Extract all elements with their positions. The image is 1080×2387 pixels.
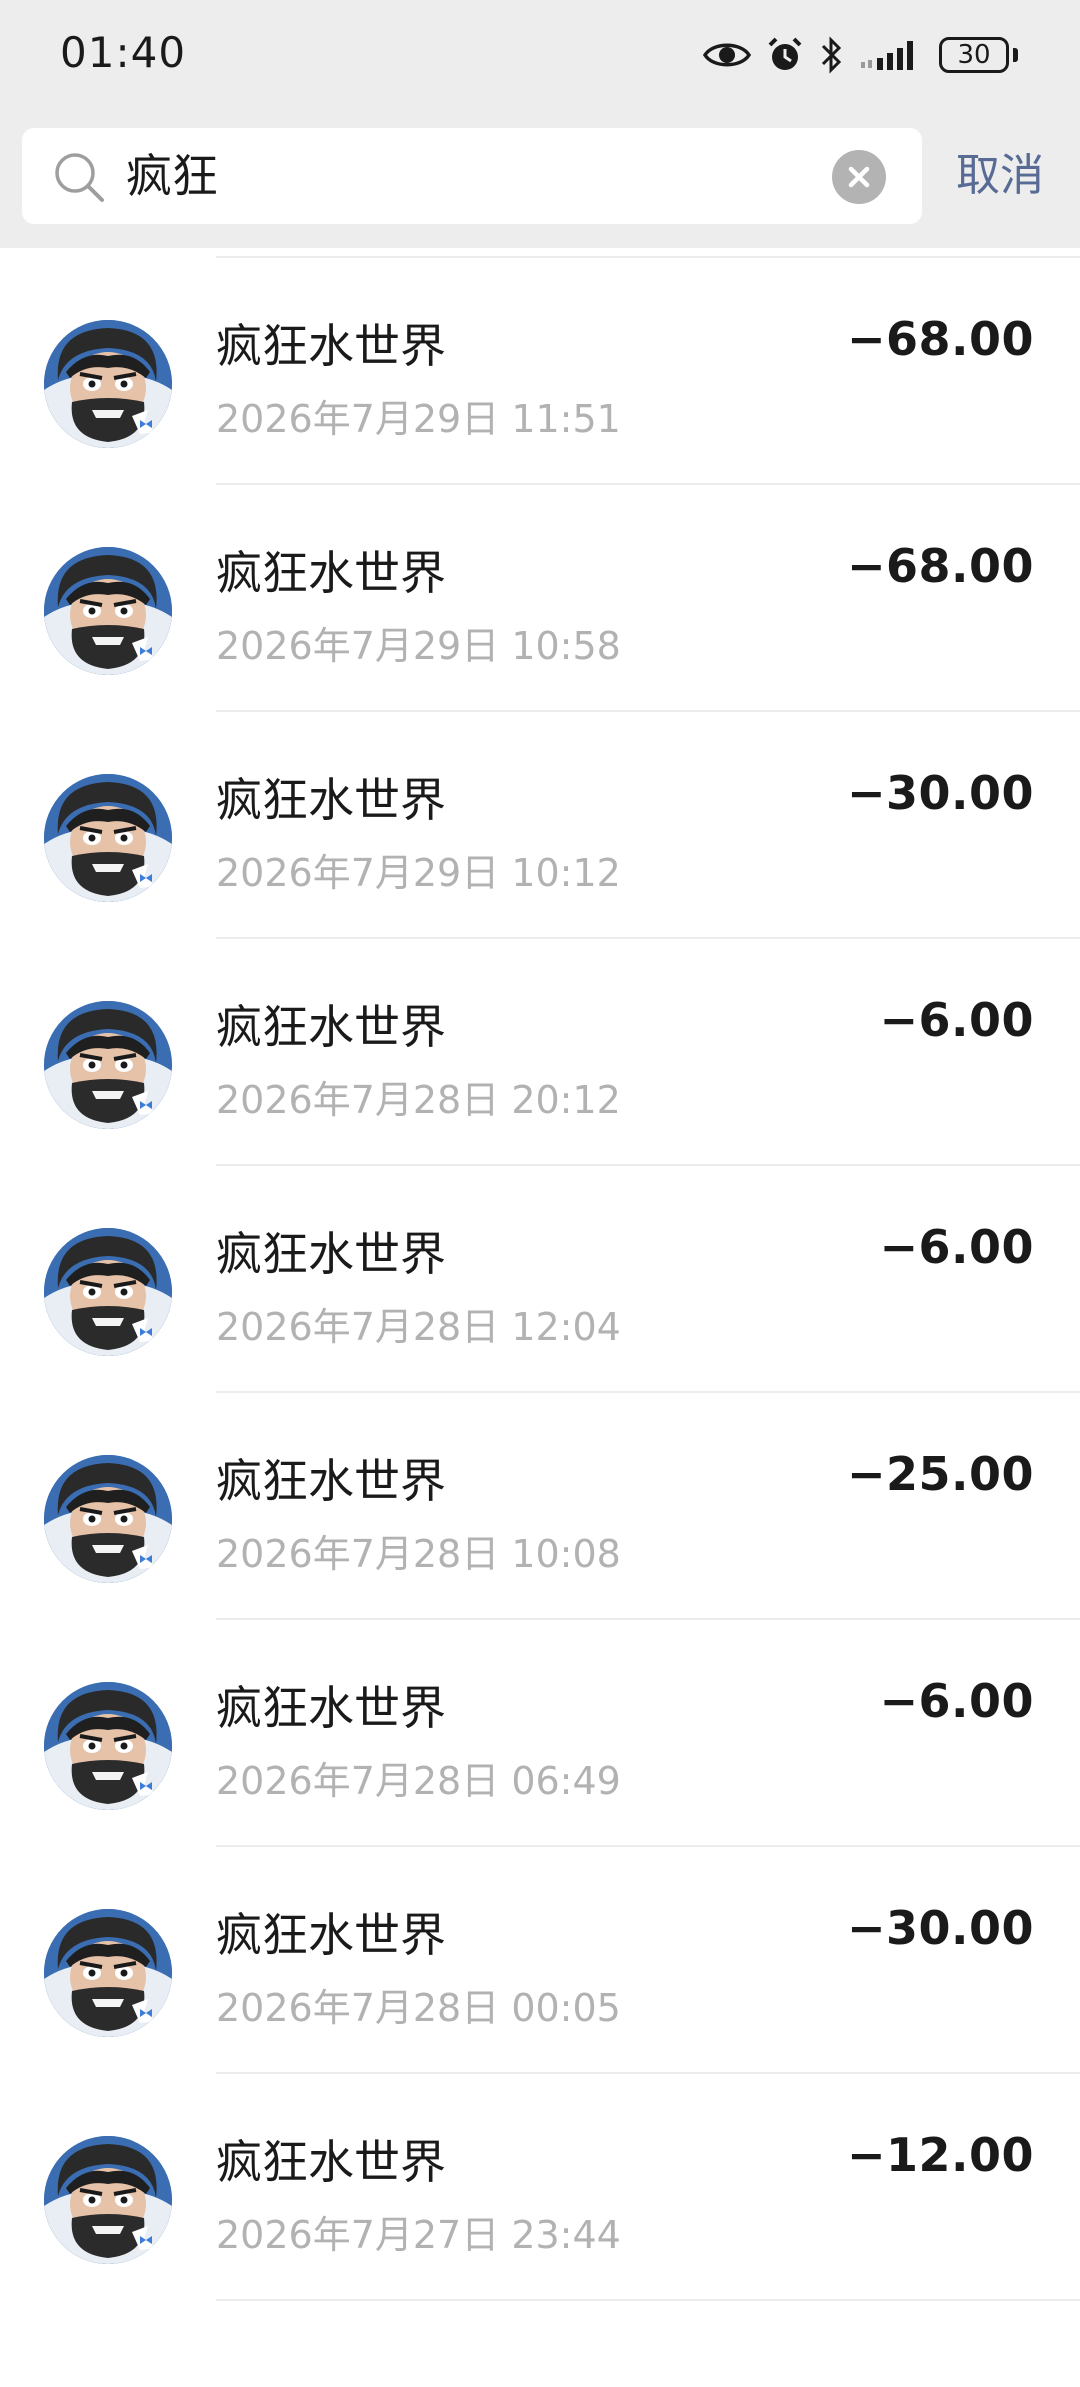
transaction-time: 2026年7月28日 20:12 — [216, 1078, 621, 1122]
avatar — [44, 1682, 172, 1810]
transaction-title: 疯狂水世界 — [216, 1908, 446, 1962]
transaction-time: 2026年7月27日 23:44 — [216, 2213, 621, 2257]
transaction-title: 疯狂水世界 — [216, 1681, 446, 1735]
transaction-row[interactable]: 疯狂水世界 2026年7月27日 23:44 −12.00 — [0, 2074, 1080, 2301]
transaction-row[interactable]: 疯狂水世界 2026年7月28日 20:12 −6.00 — [0, 939, 1080, 1166]
search-icon — [52, 150, 106, 204]
transaction-time: 2026年7月28日 12:04 — [216, 1305, 621, 1349]
bluetooth-icon — [819, 35, 845, 75]
avatar — [44, 320, 172, 448]
avatar — [44, 774, 172, 902]
status-time: 01:40 — [60, 28, 187, 77]
transaction-time: 2026年7月29日 10:12 — [216, 851, 621, 895]
transaction-amount: −68.00 — [846, 312, 1034, 366]
alarm-icon — [765, 35, 805, 75]
transaction-amount: −30.00 — [846, 1901, 1034, 1955]
transaction-row[interactable]: 疯狂水世界 2026年7月28日 06:49 −6.00 — [0, 1620, 1080, 1847]
transaction-row[interactable]: 疯狂水世界 2026年7月28日 10:08 −25.00 — [0, 1393, 1080, 1620]
transaction-title: 疯狂水世界 — [216, 319, 446, 373]
avatar — [44, 547, 172, 675]
search-header: 01:40 30 疯狂 取消 — [0, 0, 1080, 248]
clear-icon — [848, 166, 870, 188]
battery-icon: 30 — [939, 37, 1009, 73]
avatar — [44, 1001, 172, 1129]
battery-tip — [1013, 48, 1018, 62]
transaction-time: 2026年7月29日 11:51 — [216, 397, 621, 441]
transaction-amount: −68.00 — [846, 539, 1034, 593]
search-input[interactable]: 疯狂 — [126, 128, 826, 224]
transaction-amount: −6.00 — [879, 1674, 1034, 1728]
transaction-title: 疯狂水世界 — [216, 546, 446, 600]
transaction-title: 疯狂水世界 — [216, 1454, 446, 1508]
transaction-title: 疯狂水世界 — [216, 773, 446, 827]
transaction-title: 疯狂水世界 — [216, 2135, 446, 2189]
battery-level: 30 — [957, 40, 991, 70]
transaction-row[interactable]: 疯狂水世界 2026年7月29日 10:58 −68.00 — [0, 485, 1080, 712]
transaction-amount: −25.00 — [846, 1447, 1034, 1501]
transaction-amount: −6.00 — [879, 1220, 1034, 1274]
transaction-row[interactable]: 疯狂水世界 2026年7月28日 12:04 −6.00 — [0, 1166, 1080, 1393]
avatar — [44, 1455, 172, 1583]
transaction-amount: −6.00 — [879, 993, 1034, 1047]
status-bar: 01:40 30 — [0, 0, 1080, 110]
transaction-row[interactable]: 疯狂水世界 2026年7月29日 10:12 −30.00 — [0, 712, 1080, 939]
signal-icon — [859, 38, 925, 72]
transaction-time: 2026年7月28日 06:49 — [216, 1759, 621, 1803]
transaction-title: 疯狂水世界 — [216, 1227, 446, 1281]
cancel-button[interactable]: 取消 — [956, 128, 1044, 224]
transaction-time: 2026年7月29日 10:58 — [216, 624, 621, 668]
search-box[interactable]: 疯狂 — [22, 128, 922, 224]
transaction-row[interactable]: 疯狂水世界 2026年7月28日 00:05 −30.00 — [0, 1847, 1080, 2074]
avatar — [44, 1909, 172, 2037]
transaction-amount: −30.00 — [846, 766, 1034, 820]
transaction-time: 2026年7月28日 10:08 — [216, 1532, 621, 1576]
transaction-row[interactable]: 疯狂水世界 2026年7月29日 11:51 −68.00 — [0, 258, 1080, 485]
clear-button[interactable] — [832, 150, 886, 204]
eye-icon — [703, 38, 751, 72]
transaction-amount: −12.00 — [846, 2128, 1034, 2182]
avatar — [44, 1228, 172, 1356]
row-divider — [216, 2299, 1080, 2301]
status-icons: 30 — [703, 30, 1018, 80]
transaction-time: 2026年7月28日 00:05 — [216, 1986, 621, 2030]
transaction-title: 疯狂水世界 — [216, 1000, 446, 1054]
avatar — [44, 2136, 172, 2264]
